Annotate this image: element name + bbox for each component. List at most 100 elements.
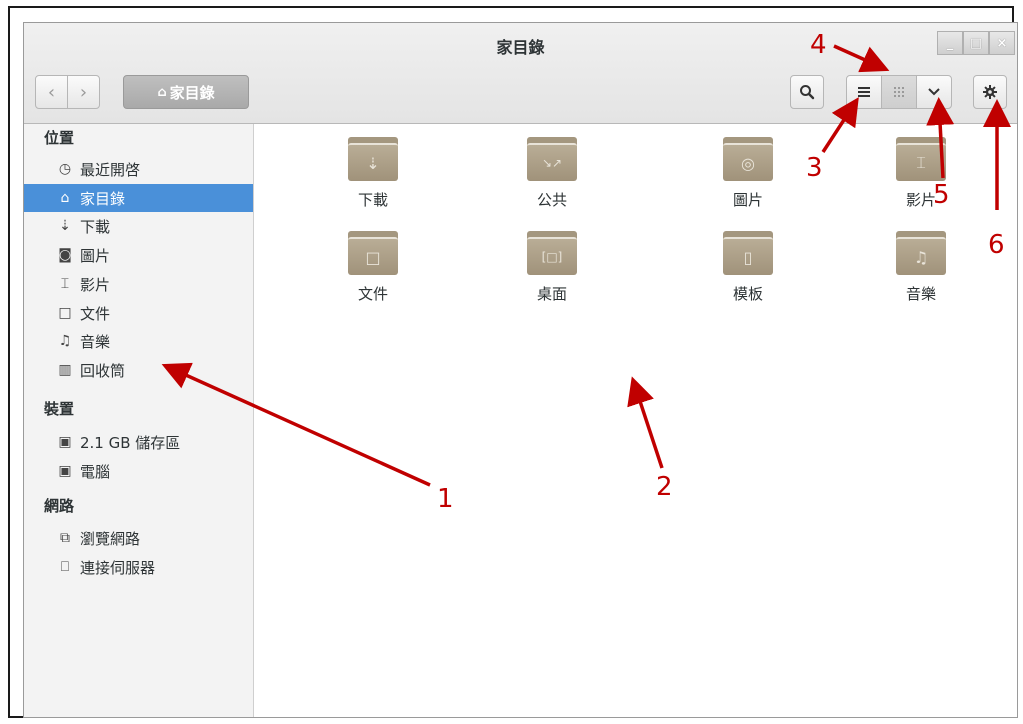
network-icon: ⧉ bbox=[60, 530, 70, 546]
folder-label: 桌面 bbox=[536, 285, 567, 303]
camera-icon: ◎ bbox=[741, 153, 755, 173]
sidebar-item-pictures[interactable]: ◙ 圖片 bbox=[24, 241, 253, 269]
share-icon: ↘↗ bbox=[541, 156, 563, 170]
chevron-left-icon: ‹ bbox=[47, 81, 56, 103]
path-bar-home-button[interactable]: ⌂ 家目錄 bbox=[123, 75, 249, 109]
sidebar-item-music[interactable]: ♫ 音樂 bbox=[24, 327, 253, 355]
minimize-button[interactable]: _ bbox=[937, 31, 963, 55]
sidebar-item-documents[interactable]: □ 文件 bbox=[24, 299, 253, 327]
folder-icon: ♫ bbox=[896, 231, 946, 275]
folder-desktop[interactable]: [□] 桌面 bbox=[497, 231, 607, 304]
folder-icon: ⌶ bbox=[896, 137, 946, 181]
gear-icon bbox=[983, 85, 997, 99]
sidebar-item-label: 音樂 bbox=[80, 332, 111, 351]
grid-view-button[interactable] bbox=[881, 75, 917, 109]
annotation-label-2: 2 bbox=[656, 472, 673, 502]
view-options-button[interactable] bbox=[916, 75, 952, 109]
folder-label: 影片 bbox=[905, 191, 936, 209]
home-icon: ⌂ bbox=[157, 84, 167, 100]
sidebar-item-browse-network[interactable]: ⧉ 瀏覽網路 bbox=[24, 524, 253, 552]
sidebar-item-videos[interactable]: ⌶ 影片 bbox=[24, 270, 253, 298]
annotation-label-6: 6 bbox=[988, 230, 1005, 260]
folder-label: 下載 bbox=[357, 191, 388, 209]
folder-label: 圖片 bbox=[732, 191, 763, 209]
header-bar: 家目錄 _ □ × ‹ › ⌂ 家目錄 bbox=[24, 23, 1017, 124]
folder-icon: ▯ bbox=[723, 231, 773, 275]
server-icon: ⎕ bbox=[60, 559, 70, 575]
chevron-right-icon: › bbox=[79, 81, 88, 103]
clock-icon: ◷ bbox=[58, 161, 72, 177]
close-button[interactable]: × bbox=[989, 31, 1015, 55]
sidebar-item-computer[interactable]: ▣ 電腦 bbox=[24, 457, 253, 485]
film-icon: ⌶ bbox=[60, 276, 70, 292]
folder-icon: ◎ bbox=[723, 137, 773, 181]
folder-downloads[interactable]: ⇣ 下載 bbox=[318, 137, 428, 210]
sidebar-heading-devices: 裝置 bbox=[44, 400, 75, 418]
desktop-icon: [□] bbox=[541, 250, 563, 264]
template-icon: ▯ bbox=[743, 247, 753, 267]
search-button[interactable] bbox=[790, 75, 824, 109]
sidebar-item-label: 文件 bbox=[80, 304, 111, 323]
sidebar-item-downloads[interactable]: ⇣ 下載 bbox=[24, 212, 253, 240]
annotation-label-1: 1 bbox=[437, 484, 454, 514]
folder-label: 模板 bbox=[732, 285, 763, 303]
grid-icon bbox=[894, 87, 904, 97]
folder-icon: [□] bbox=[527, 231, 577, 275]
folder-videos[interactable]: ⌶ 影片 bbox=[866, 137, 976, 210]
folder-icon: ↘↗ bbox=[527, 137, 577, 181]
sidebar-item-storage[interactable]: ▣ 2.1 GB 儲存區 bbox=[24, 428, 253, 456]
folder-public[interactable]: ↘↗ 公共 bbox=[497, 137, 607, 210]
music-icon: ♫ bbox=[58, 333, 72, 349]
download-icon: ⇣ bbox=[59, 218, 71, 234]
sidebar-heading-network: 網路 bbox=[44, 497, 75, 515]
drive-icon: ▣ bbox=[58, 463, 72, 479]
sidebar-item-recent[interactable]: ◷ 最近開啓 bbox=[24, 155, 253, 183]
path-bar-label: 家目錄 bbox=[169, 83, 215, 102]
sidebar-item-connect-server[interactable]: ⎕ 連接伺服器 bbox=[24, 553, 253, 581]
camera-icon: ◙ bbox=[58, 247, 72, 263]
file-manager-window: 家目錄 _ □ × ‹ › ⌂ 家目錄 位置 ◷ 最近開啓 ⌂ 家目錄 ⇣ 下載… bbox=[23, 22, 1018, 718]
folder-icon: □ bbox=[348, 231, 398, 275]
film-icon: ⌶ bbox=[916, 153, 926, 172]
sidebar-item-label: 下載 bbox=[80, 217, 111, 236]
document-icon: □ bbox=[365, 247, 381, 267]
folder-documents[interactable]: □ 文件 bbox=[318, 231, 428, 304]
search-icon bbox=[800, 85, 815, 100]
settings-button[interactable] bbox=[973, 75, 1007, 109]
back-button[interactable]: ‹ bbox=[35, 75, 68, 109]
window-title: 家目錄 bbox=[496, 38, 545, 57]
annotation-label-5: 5 bbox=[933, 180, 950, 210]
download-icon: ⇣ bbox=[366, 153, 380, 173]
list-icon bbox=[858, 87, 870, 97]
folder-icon: ⇣ bbox=[348, 137, 398, 181]
music-icon: ♫ bbox=[913, 247, 929, 267]
sidebar: 位置 ◷ 最近開啓 ⌂ 家目錄 ⇣ 下載 ◙ 圖片 ⌶ 影片 □ 文件 ♫ 音樂 bbox=[24, 124, 254, 717]
folder-label: 文件 bbox=[357, 285, 388, 303]
sidebar-item-label: 最近開啓 bbox=[80, 160, 141, 179]
forward-button[interactable]: › bbox=[67, 75, 100, 109]
folder-pictures[interactable]: ◎ 圖片 bbox=[693, 137, 803, 210]
maximize-button[interactable]: □ bbox=[963, 31, 989, 55]
sidebar-heading-places: 位置 bbox=[44, 129, 75, 147]
file-view[interactable]: ⇣ 下載 ↘↗ 公共 ◎ 圖片 ⌶ 影片 □ 文件 [□] 桌面 ▯ 模板 ♫ bbox=[254, 124, 1017, 717]
sidebar-item-label: 影片 bbox=[80, 275, 111, 294]
sidebar-item-label: 回收筒 bbox=[80, 361, 126, 380]
sidebar-item-label: 家目錄 bbox=[80, 189, 126, 208]
list-view-button[interactable] bbox=[846, 75, 882, 109]
folder-music[interactable]: ♫ 音樂 bbox=[866, 231, 976, 304]
sidebar-item-trash[interactable]: ▥ 回收筒 bbox=[24, 356, 253, 384]
folder-label: 公共 bbox=[536, 191, 567, 209]
sidebar-item-label: 瀏覽網路 bbox=[80, 529, 141, 548]
folder-label: 音樂 bbox=[905, 285, 936, 303]
sidebar-item-label: 圖片 bbox=[80, 246, 111, 265]
sidebar-item-label: 電腦 bbox=[80, 462, 111, 481]
folder-templates[interactable]: ▯ 模板 bbox=[693, 231, 803, 304]
home-icon: ⌂ bbox=[60, 190, 70, 206]
annotation-label-3: 3 bbox=[806, 153, 823, 183]
annotation-label-4: 4 bbox=[810, 30, 827, 60]
sidebar-item-label: 連接伺服器 bbox=[80, 558, 156, 577]
trash-icon: ▥ bbox=[58, 362, 72, 378]
sidebar-item-home[interactable]: ⌂ 家目錄 bbox=[24, 184, 253, 212]
drive-icon: ▣ bbox=[58, 434, 72, 450]
sidebar-item-label: 2.1 GB 儲存區 bbox=[80, 433, 181, 452]
